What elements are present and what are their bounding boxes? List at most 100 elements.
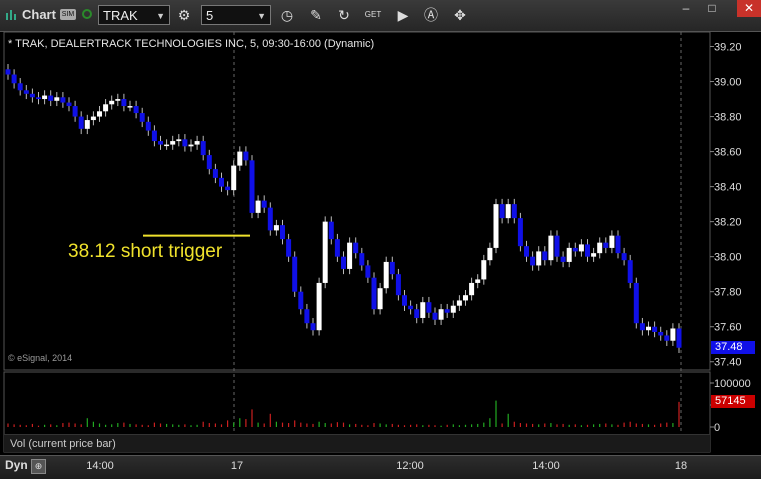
candle-body bbox=[426, 302, 432, 313]
candle-body bbox=[456, 300, 462, 306]
price-tick-label: 38.20 bbox=[714, 217, 742, 229]
candle-body bbox=[621, 253, 627, 261]
candle-body bbox=[615, 235, 621, 254]
candle-body bbox=[664, 335, 670, 341]
candle-body bbox=[206, 155, 212, 170]
price-tick-label: 39.00 bbox=[714, 77, 742, 89]
candle-body bbox=[121, 99, 127, 107]
candle-body bbox=[78, 116, 84, 129]
candle-body bbox=[267, 207, 273, 231]
price-tick-label: 37.80 bbox=[714, 287, 742, 299]
candle-body bbox=[109, 100, 115, 105]
x-tick-label: 14:00 bbox=[532, 460, 560, 472]
candle-body bbox=[475, 279, 481, 283]
candle-body bbox=[633, 282, 639, 324]
price-tick-label: 38.00 bbox=[714, 252, 742, 264]
candle-body bbox=[639, 323, 645, 331]
candle-body bbox=[334, 239, 340, 257]
candle-body bbox=[463, 295, 468, 301]
chart-header-title: * TRAK, DEALERTRACK TECHNOLOGIES INC, 5,… bbox=[8, 38, 375, 50]
volume-value-badge: 57145 bbox=[711, 394, 755, 408]
candle-body bbox=[481, 260, 487, 280]
candle-body bbox=[273, 225, 279, 231]
price-axis: 39.20 39.00 38.80 38.60 38.40 38.20 38.00 37.80… bbox=[710, 42, 742, 369]
candle-body bbox=[316, 282, 322, 331]
candle-body bbox=[444, 309, 450, 313]
candle-body bbox=[670, 328, 676, 341]
candle-body bbox=[11, 74, 17, 84]
lock-icon[interactable]: ⊕ bbox=[31, 459, 46, 474]
candle-body bbox=[536, 251, 542, 266]
candle-body bbox=[609, 235, 615, 248]
candle-body bbox=[170, 141, 176, 145]
candle-body bbox=[383, 261, 389, 289]
candle-body bbox=[627, 260, 633, 283]
candle-body bbox=[652, 326, 658, 332]
candle-body bbox=[97, 111, 102, 117]
candle-body bbox=[438, 309, 444, 320]
candle-body bbox=[182, 139, 188, 147]
copyright-label: © eSignal, 2014 bbox=[8, 353, 73, 363]
candle-body bbox=[60, 97, 66, 103]
candle-body bbox=[487, 247, 493, 261]
volume-tick-label: 0 bbox=[714, 422, 720, 434]
candle-body bbox=[493, 204, 499, 248]
candle-body bbox=[17, 83, 23, 91]
candle-body bbox=[414, 309, 420, 318]
price-tick-label: 38.80 bbox=[714, 112, 742, 124]
candle-body bbox=[658, 331, 664, 336]
candle-body bbox=[524, 246, 529, 257]
candle-body bbox=[341, 256, 346, 269]
candle-body bbox=[389, 261, 395, 275]
candle-body bbox=[322, 221, 328, 283]
candle-body bbox=[139, 113, 145, 122]
candle-body bbox=[597, 242, 603, 254]
candle-body bbox=[133, 106, 139, 114]
candle-body bbox=[603, 242, 609, 248]
candle-body bbox=[188, 144, 194, 147]
last-price-badge: 37.48 bbox=[711, 340, 755, 354]
trigger-annotation: 38.12 short trigger bbox=[68, 241, 223, 262]
candle-body bbox=[151, 130, 157, 142]
candle-body bbox=[249, 160, 255, 213]
candle-body bbox=[286, 239, 292, 257]
x-tick-label: 17 bbox=[230, 460, 244, 472]
candle-body bbox=[219, 177, 224, 187]
candle-body bbox=[54, 97, 60, 101]
candle-body bbox=[103, 104, 109, 112]
candle-body bbox=[542, 251, 548, 261]
candle-body bbox=[304, 309, 310, 324]
volume-tick-label: 100000 bbox=[714, 378, 751, 390]
candle-body bbox=[499, 204, 505, 219]
candle-body bbox=[29, 93, 35, 98]
candle-body bbox=[420, 302, 426, 318]
candle-body bbox=[347, 242, 353, 269]
candle-body bbox=[548, 235, 554, 261]
candle-body bbox=[48, 95, 54, 101]
candle-body bbox=[359, 253, 365, 266]
price-tick-label: 38.40 bbox=[714, 182, 742, 194]
candle-body bbox=[255, 200, 261, 213]
candle-body bbox=[225, 186, 231, 191]
candle-body bbox=[408, 305, 414, 310]
candle-body bbox=[353, 242, 359, 254]
candle-body bbox=[517, 218, 523, 247]
candle-body bbox=[469, 282, 475, 296]
candle-body bbox=[200, 141, 206, 156]
candle-body bbox=[395, 274, 401, 296]
candle-body bbox=[646, 326, 651, 331]
candle-body bbox=[115, 99, 121, 101]
candle-body bbox=[5, 69, 11, 75]
candle-body bbox=[365, 265, 371, 278]
candle-body bbox=[310, 323, 316, 331]
price-panel-border bbox=[3, 31, 711, 371]
candle-body bbox=[328, 221, 334, 240]
candle-body bbox=[298, 291, 304, 310]
price-chart[interactable]: 39.20 39.00 38.80 38.60 38.40 38.20 38.00 37.80… bbox=[0, 0, 761, 478]
x-tick-label: 18 bbox=[674, 460, 688, 472]
candle-body bbox=[371, 277, 377, 310]
candle-body bbox=[505, 204, 511, 219]
candle-body bbox=[66, 102, 72, 107]
dyn-mode-label[interactable]: Dyn bbox=[5, 458, 28, 472]
candle-body bbox=[560, 256, 566, 262]
